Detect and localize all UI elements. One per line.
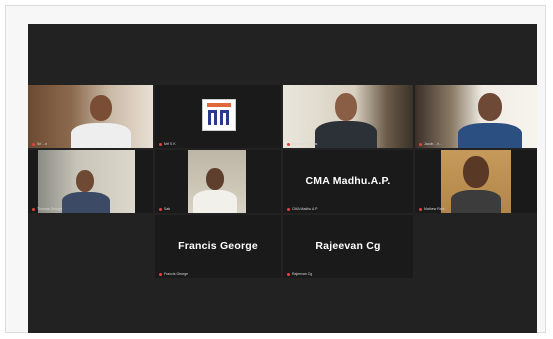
participant-head: [463, 156, 489, 188]
logo-mark-right: [220, 110, 229, 125]
logo-mark-left: [208, 110, 217, 125]
mic-muted-icon: [159, 272, 162, 276]
participant-body: [458, 123, 522, 148]
participant-body: [193, 190, 237, 213]
participant-display-name: Francis George: [178, 239, 258, 252]
mic-muted-icon: [419, 207, 422, 211]
mic-muted-icon: [159, 142, 162, 146]
participant-head: [335, 93, 357, 121]
participant-head: [206, 168, 224, 190]
participant-tile-5[interactable]: Thomas George: [28, 150, 153, 213]
video-gallery: Sri ...n Mrf S K Samuel Thomas Jacob ...…: [28, 24, 537, 333]
participant-name-label: Sri ...n: [32, 142, 47, 146]
participant-tile-10[interactable]: Rajeevan Cg Rajeevan Cg: [283, 215, 413, 278]
participant-name-label: CMA Madhu A P: [287, 207, 318, 211]
organization-logo: [202, 99, 236, 131]
participant-display-name: Rajeevan Cg: [315, 239, 381, 252]
participant-name-label: Francis George: [159, 272, 188, 276]
participant-display-name: CMA Madhu.A.P.: [305, 174, 391, 187]
screenshot-frame: Sri ...n Mrf S K Samuel Thomas Jacob ...…: [5, 5, 546, 333]
participant-body: [62, 192, 110, 213]
participant-tile-4[interactable]: Jacob ...h...: [415, 85, 537, 148]
participant-name-label: Rajeevan Cg: [287, 272, 312, 276]
participant-body: [315, 121, 377, 148]
mic-muted-icon: [287, 207, 290, 211]
participant-head: [478, 93, 502, 121]
mic-muted-icon: [32, 207, 35, 211]
mic-muted-icon: [32, 142, 35, 146]
participant-tile-2[interactable]: Mrf S K: [155, 85, 281, 148]
participant-body: [451, 190, 501, 213]
participant-head: [76, 170, 94, 192]
participant-name-label: Jacob ...h...: [419, 142, 442, 146]
participant-name-label: Sab: [159, 207, 170, 211]
mic-muted-icon: [159, 207, 162, 211]
mic-muted-icon: [419, 142, 422, 146]
participant-body: [71, 123, 131, 148]
participant-name-label: Samuel Thomas: [287, 142, 317, 146]
participant-head: [90, 95, 112, 121]
participant-name-label: Thomas George: [32, 207, 62, 211]
participant-tile-3[interactable]: Samuel Thomas: [283, 85, 413, 148]
participant-tile-8[interactable]: Mathew Ravi...: [415, 150, 537, 213]
logo-bar: [207, 103, 231, 107]
participant-tile-1[interactable]: Sri ...n: [28, 85, 153, 148]
mic-muted-icon: [287, 272, 290, 276]
participant-tile-6[interactable]: Sab: [155, 150, 281, 213]
participant-tile-7[interactable]: CMA Madhu.A.P. CMA Madhu A P: [283, 150, 413, 213]
participant-tile-9[interactable]: Francis George Francis George: [155, 215, 281, 278]
participant-name-label: Mrf S K: [159, 142, 176, 146]
mic-muted-icon: [287, 142, 290, 146]
participant-name-label: Mathew Ravi...: [419, 207, 447, 211]
